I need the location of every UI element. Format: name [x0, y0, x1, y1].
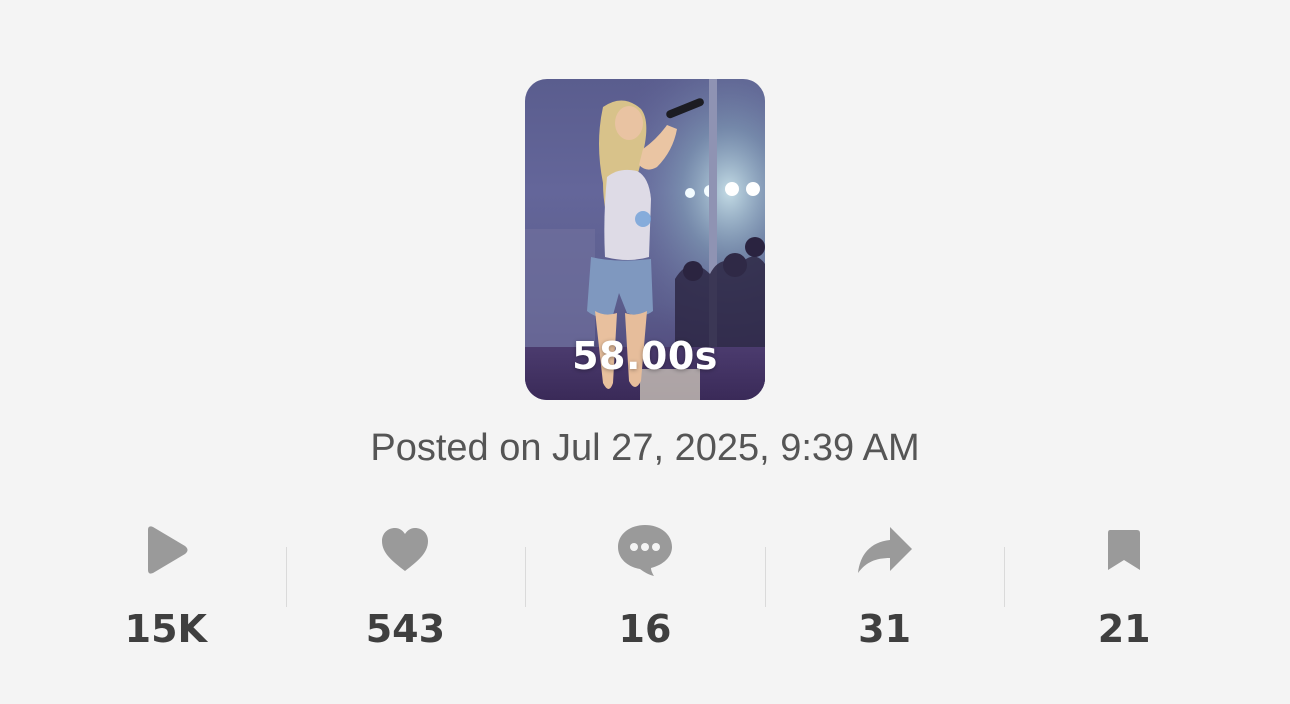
stat-saves[interactable]: 21 [1004, 520, 1244, 670]
stat-views[interactable]: 15K [46, 520, 286, 670]
heart-icon [375, 520, 435, 580]
comments-count: 16 [618, 607, 672, 651]
likes-count: 543 [365, 607, 446, 651]
play-icon [136, 520, 196, 580]
share-icon [855, 520, 915, 580]
posted-date: Posted on Jul 27, 2025, 9:39 AM [370, 427, 920, 469]
views-count: 15K [124, 607, 207, 651]
post-stats-panel: 58.00s Posted on Jul 27, 2025, 9:39 AM 1… [0, 0, 1290, 704]
shares-count: 31 [858, 607, 912, 651]
comment-icon [615, 520, 675, 580]
stat-comments[interactable]: 16 [525, 520, 765, 670]
stat-shares[interactable]: 31 [764, 520, 1005, 670]
stats-row: 15K 543 16 31 21 [46, 520, 1244, 670]
video-thumbnail[interactable]: 58.00s [525, 79, 765, 400]
video-duration: 58.00s [572, 334, 718, 378]
bookmark-icon [1094, 520, 1154, 580]
stat-likes[interactable]: 543 [285, 520, 526, 670]
saves-count: 21 [1097, 607, 1151, 651]
